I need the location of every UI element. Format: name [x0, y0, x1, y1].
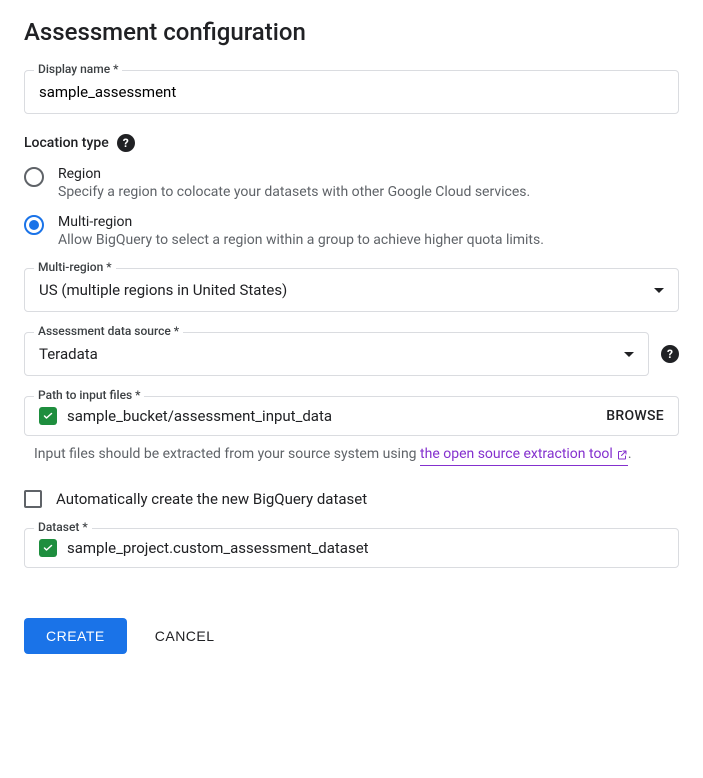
multi-region-label: Multi-region *	[34, 260, 116, 274]
data-source-select[interactable]: Teradata	[24, 332, 649, 376]
auto-create-label: Automatically create the new BigQuery da…	[56, 490, 367, 508]
display-name-label: Display name *	[34, 62, 122, 76]
chevron-down-icon	[624, 352, 634, 357]
location-type-radio-group: Region Specify a region to colocate your…	[24, 166, 679, 248]
radio-circle-selected-icon	[24, 215, 44, 235]
display-name-field: Display name *	[24, 70, 679, 114]
help-icon[interactable]: ?	[661, 345, 679, 363]
input-path-value[interactable]: sample_bucket/assessment_input_data	[67, 407, 596, 425]
dataset-label: Dataset *	[34, 520, 92, 534]
external-link-icon	[616, 449, 628, 461]
radio-circle-icon	[24, 167, 44, 187]
input-path-field: Path to input files * sample_bucket/asse…	[24, 396, 679, 466]
dataset-value[interactable]: sample_project.custom_assessment_dataset	[67, 539, 664, 557]
checkbox-icon	[24, 490, 42, 508]
check-icon	[39, 539, 57, 557]
location-type-text: Location type	[24, 135, 109, 151]
helper-suffix: .	[628, 446, 632, 462]
data-source-value: Teradata	[39, 345, 98, 363]
data-source-field: Assessment data source * Teradata ?	[24, 332, 679, 376]
radio-region-title: Region	[58, 166, 530, 182]
input-path-helper: Input files should be extracted from you…	[34, 444, 679, 466]
multi-region-field: Multi-region * US (multiple regions in U…	[24, 268, 679, 312]
multi-region-select[interactable]: US (multiple regions in United States)	[24, 268, 679, 312]
extraction-tool-link[interactable]: the open source extraction tool	[420, 444, 628, 466]
dataset-field: Dataset * sample_project.custom_assessme…	[24, 528, 679, 568]
helper-prefix: Input files should be extracted from you…	[34, 446, 420, 462]
cancel-button[interactable]: CANCEL	[155, 628, 215, 644]
display-name-input[interactable]	[24, 70, 679, 114]
check-icon	[39, 407, 57, 425]
radio-region-desc: Specify a region to colocate your datase…	[58, 184, 530, 200]
radio-multi-region-desc: Allow BigQuery to select a region within…	[58, 232, 544, 248]
location-type-label: Location type ?	[24, 134, 679, 152]
help-icon[interactable]: ?	[117, 134, 135, 152]
radio-multi-region[interactable]: Multi-region Allow BigQuery to select a …	[24, 214, 679, 248]
browse-button[interactable]: BROWSE	[606, 408, 664, 424]
page-title: Assessment configuration	[24, 18, 679, 46]
auto-create-checkbox[interactable]: Automatically create the new BigQuery da…	[24, 490, 679, 508]
button-row: CREATE CANCEL	[24, 618, 679, 654]
input-path-label: Path to input files *	[34, 388, 144, 402]
radio-multi-region-title: Multi-region	[58, 214, 544, 230]
data-source-label: Assessment data source *	[34, 324, 183, 338]
radio-region[interactable]: Region Specify a region to colocate your…	[24, 166, 679, 200]
chevron-down-icon	[654, 288, 664, 293]
multi-region-value: US (multiple regions in United States)	[39, 281, 287, 299]
create-button[interactable]: CREATE	[24, 618, 127, 654]
